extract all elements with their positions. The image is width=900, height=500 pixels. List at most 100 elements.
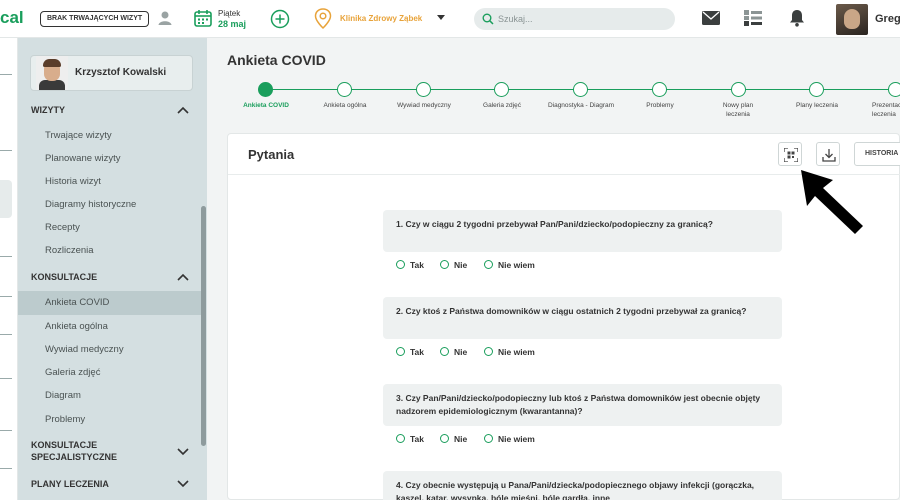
mail-icon[interactable]: [702, 11, 720, 25]
sidebar-item-wywiad-medyczny[interactable]: Wywiad medyczny: [45, 344, 124, 355]
qr-code-button[interactable]: [778, 142, 802, 166]
sidebar-item-historia-wizyt[interactable]: Historia wizyt: [45, 176, 101, 187]
sidebar-item-problemy[interactable]: Problemy: [45, 414, 85, 425]
active-visits-badge[interactable]: BRAK TRWAJĄCYCH WIZYT: [40, 11, 150, 27]
chevron-up-icon[interactable]: [177, 273, 189, 281]
sidebar-section-konsultacje[interactable]: KONSULTACJE: [31, 271, 97, 283]
qr-code-icon: [784, 148, 798, 162]
rail-item[interactable]: [0, 334, 12, 335]
option-tak[interactable]: Tak: [396, 434, 424, 444]
rail-item[interactable]: [0, 256, 12, 257]
radio-icon[interactable]: [484, 260, 493, 269]
sidebar-scrollbar[interactable]: [201, 206, 206, 446]
step-label-ankieta-covid[interactable]: Ankieta COVID: [228, 101, 304, 110]
sidebar-item-planowane-wizyty[interactable]: Planowane wizyty: [45, 153, 121, 164]
option-nie-wiem[interactable]: Nie wiem: [484, 347, 535, 357]
search-bar[interactable]: [474, 8, 675, 30]
rail-item[interactable]: [0, 430, 12, 431]
download-button[interactable]: [816, 142, 840, 166]
chevron-down-icon[interactable]: [177, 480, 189, 488]
sidebar: Krzysztof Kowalski WIZYTY Trwające wizyt…: [18, 38, 207, 500]
radio-icon[interactable]: [440, 347, 449, 356]
sidebar-item-diagram[interactable]: Diagram: [45, 390, 81, 401]
location-pin-icon[interactable]: [313, 8, 333, 30]
step-7-dot[interactable]: [731, 82, 746, 97]
question-3: 3. Czy Pan/Pani/dziecko/podopieczny lub …: [383, 384, 782, 426]
sidebar-item-ankieta-ogolna[interactable]: Ankieta ogólna: [45, 321, 108, 332]
option-nie[interactable]: Nie: [440, 260, 467, 270]
radio-icon[interactable]: [440, 260, 449, 269]
calendar-icon[interactable]: [193, 8, 213, 28]
sidebar-section-wizyty[interactable]: WIZYTY: [31, 104, 65, 116]
question-4: 4. Czy obecnie występują u Pana/Pani/dzi…: [383, 471, 782, 500]
bell-icon[interactable]: [789, 9, 805, 27]
history-button[interactable]: HISTORIA: [854, 142, 900, 166]
step-label-wywiad-medyczny[interactable]: Wywiad medyczny: [386, 101, 462, 110]
step-8-dot[interactable]: [809, 82, 824, 97]
option-tak[interactable]: Tak: [396, 260, 424, 270]
page-title: Ankieta COVID: [227, 52, 326, 68]
step-label-problemy[interactable]: Problemy: [622, 101, 698, 110]
user-icon[interactable]: [157, 10, 173, 26]
left-rail: [0, 38, 18, 500]
app-logo[interactable]: cal: [0, 8, 24, 28]
sidebar-item-trwajace-wizyty[interactable]: Trwające wizyty: [45, 130, 112, 141]
grid-list-icon[interactable]: [744, 10, 762, 26]
option-nie[interactable]: Nie: [440, 434, 467, 444]
patient-avatar: [36, 56, 68, 90]
sidebar-item-ankieta-covid[interactable]: Ankieta COVID: [45, 297, 109, 308]
download-icon: [822, 149, 836, 162]
step-9-dot[interactable]: [888, 82, 900, 97]
date-weekday: Piątek: [218, 9, 241, 18]
rail-item[interactable]: [0, 74, 12, 75]
user-name[interactable]: Greg: [875, 13, 900, 25]
question-1: 1. Czy w ciągu 2 tygodni przebywał Pan/P…: [383, 210, 782, 252]
user-avatar[interactable]: [836, 4, 868, 35]
add-icon[interactable]: [270, 9, 290, 29]
option-tak[interactable]: Tak: [396, 347, 424, 357]
sidebar-section-plany-leczenia[interactable]: PLANY LECZENIA: [31, 478, 109, 490]
panel-title: Pytania: [248, 147, 295, 162]
step-3-dot[interactable]: [416, 82, 431, 97]
rail-item[interactable]: [0, 150, 12, 151]
step-6-dot[interactable]: [652, 82, 667, 97]
rail-item[interactable]: [0, 468, 12, 469]
step-label-nowy-plan-leczenia[interactable]: Nowy plan leczenia: [712, 101, 764, 119]
radio-icon[interactable]: [440, 434, 449, 443]
clinic-selector[interactable]: Klinika Zdrowy Ząbek: [340, 14, 422, 23]
chevron-down-icon[interactable]: [177, 448, 189, 456]
caret-down-icon[interactable]: [437, 15, 445, 20]
option-nie-wiem[interactable]: Nie wiem: [484, 434, 535, 444]
step-4-dot[interactable]: [494, 82, 509, 97]
rail-item[interactable]: [0, 378, 12, 379]
patient-profile-card[interactable]: Krzysztof Kowalski: [30, 55, 193, 91]
chevron-up-icon[interactable]: [177, 106, 189, 114]
step-label-prezentacja-leczenia[interactable]: Prezentacja leczenia: [872, 101, 900, 119]
sidebar-item-diagramy-historyczne[interactable]: Diagramy historyczne: [45, 199, 136, 210]
radio-icon[interactable]: [396, 434, 405, 443]
step-label-ankieta-ogolna[interactable]: Ankieta ogólna: [307, 101, 383, 110]
rail-item[interactable]: [0, 296, 12, 297]
rail-item-active[interactable]: [0, 180, 12, 218]
step-2-dot[interactable]: [337, 82, 352, 97]
option-nie-wiem[interactable]: Nie wiem: [484, 260, 535, 270]
radio-icon[interactable]: [396, 347, 405, 356]
option-nie[interactable]: Nie: [440, 347, 467, 357]
step-label-galeria-zdjec[interactable]: Galeria zdjęć: [464, 101, 540, 110]
sidebar-section-konsultacje-specjalistyczne[interactable]: KONSULTACJE SPECJALISTYCZNE: [31, 439, 141, 463]
sidebar-item-recepty[interactable]: Recepty: [45, 222, 80, 233]
pointer-arrow-icon: [801, 170, 863, 234]
step-label-diagnostyka-diagram[interactable]: Diagnostyka - Diagram: [543, 101, 619, 110]
step-5-dot[interactable]: [573, 82, 588, 97]
patient-name: Krzysztof Kowalski: [75, 67, 167, 78]
search-input[interactable]: [498, 11, 668, 27]
step-1-dot[interactable]: [258, 82, 273, 97]
question-2: 2. Czy ktoś z Państwa domowników w ciągu…: [383, 297, 782, 339]
radio-icon[interactable]: [484, 347, 493, 356]
radio-icon[interactable]: [484, 434, 493, 443]
step-label-plany-leczenia[interactable]: Plany leczenia: [779, 101, 855, 110]
sidebar-item-galeria-zdjec[interactable]: Galeria zdjęć: [45, 367, 100, 378]
search-icon: [482, 13, 494, 25]
sidebar-item-rozliczenia[interactable]: Rozliczenia: [45, 245, 94, 256]
radio-icon[interactable]: [396, 260, 405, 269]
